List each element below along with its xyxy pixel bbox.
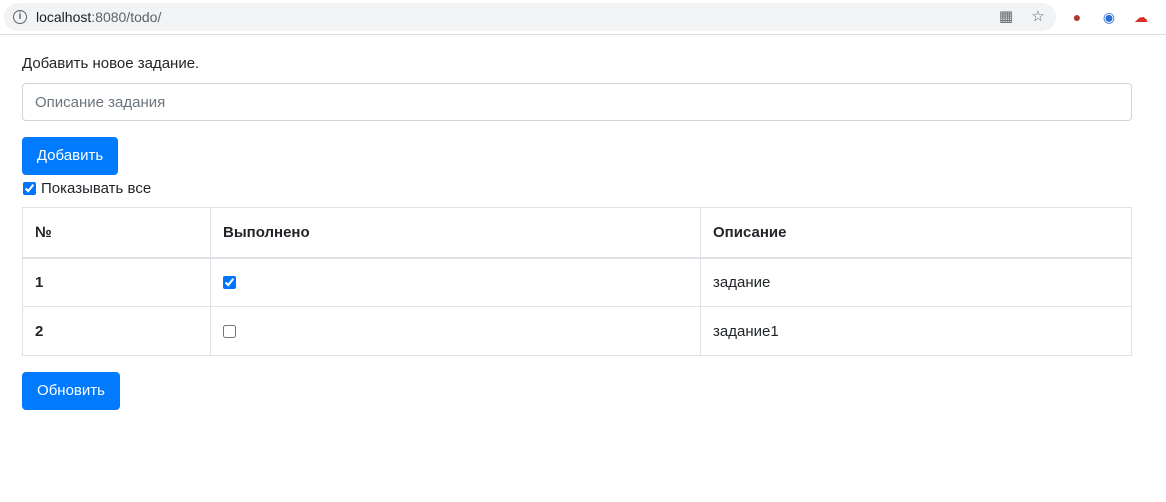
tasks-table: № Выполнено Описание 1 задание 2 задание…	[22, 207, 1132, 356]
row-description: задание	[700, 257, 1132, 307]
done-checkbox[interactable]	[223, 276, 236, 290]
add-button[interactable]: Добавить	[22, 137, 118, 175]
address-bar[interactable]: i localhost:8080/todo/ ▦ ☆	[4, 3, 1056, 31]
task-description-input[interactable]	[22, 83, 1132, 121]
row-number: 1	[22, 257, 211, 307]
row-number: 2	[22, 306, 211, 356]
show-all-toggle[interactable]: Показывать все	[22, 179, 151, 197]
globe-icon[interactable]: ◉	[1100, 8, 1118, 26]
extension-agent-icon[interactable]: ●	[1068, 8, 1086, 26]
table-header-row: № Выполнено Описание	[22, 207, 1132, 259]
url-path: :8080/todo/	[91, 9, 162, 25]
header-number: №	[22, 207, 211, 259]
row-done-cell	[210, 257, 701, 307]
bookmark-star-icon[interactable]: ☆	[1030, 9, 1046, 25]
show-all-label: Показывать все	[41, 179, 152, 197]
table-row: 1 задание	[22, 257, 1132, 307]
page-title: Добавить новое задание.	[22, 55, 200, 72]
url-host: localhost	[36, 9, 92, 25]
cloud-icon[interactable]: ☁	[1132, 8, 1150, 26]
qr-code-icon[interactable]: ▦	[998, 9, 1014, 25]
table-row: 2 задание1	[22, 306, 1132, 356]
done-checkbox[interactable]	[223, 325, 236, 339]
header-done: Выполнено	[210, 207, 701, 259]
header-description: Описание	[700, 207, 1132, 259]
row-description: задание1	[700, 306, 1132, 356]
url-text[interactable]: localhost:8080/todo/	[36, 9, 161, 25]
browser-toolbar: i localhost:8080/todo/ ▦ ☆ ● ◉ ☁	[0, 0, 1166, 35]
refresh-button[interactable]: Обновить	[22, 372, 120, 410]
show-all-checkbox[interactable]	[23, 181, 36, 195]
info-icon[interactable]: i	[13, 10, 27, 24]
row-done-cell	[210, 306, 701, 356]
